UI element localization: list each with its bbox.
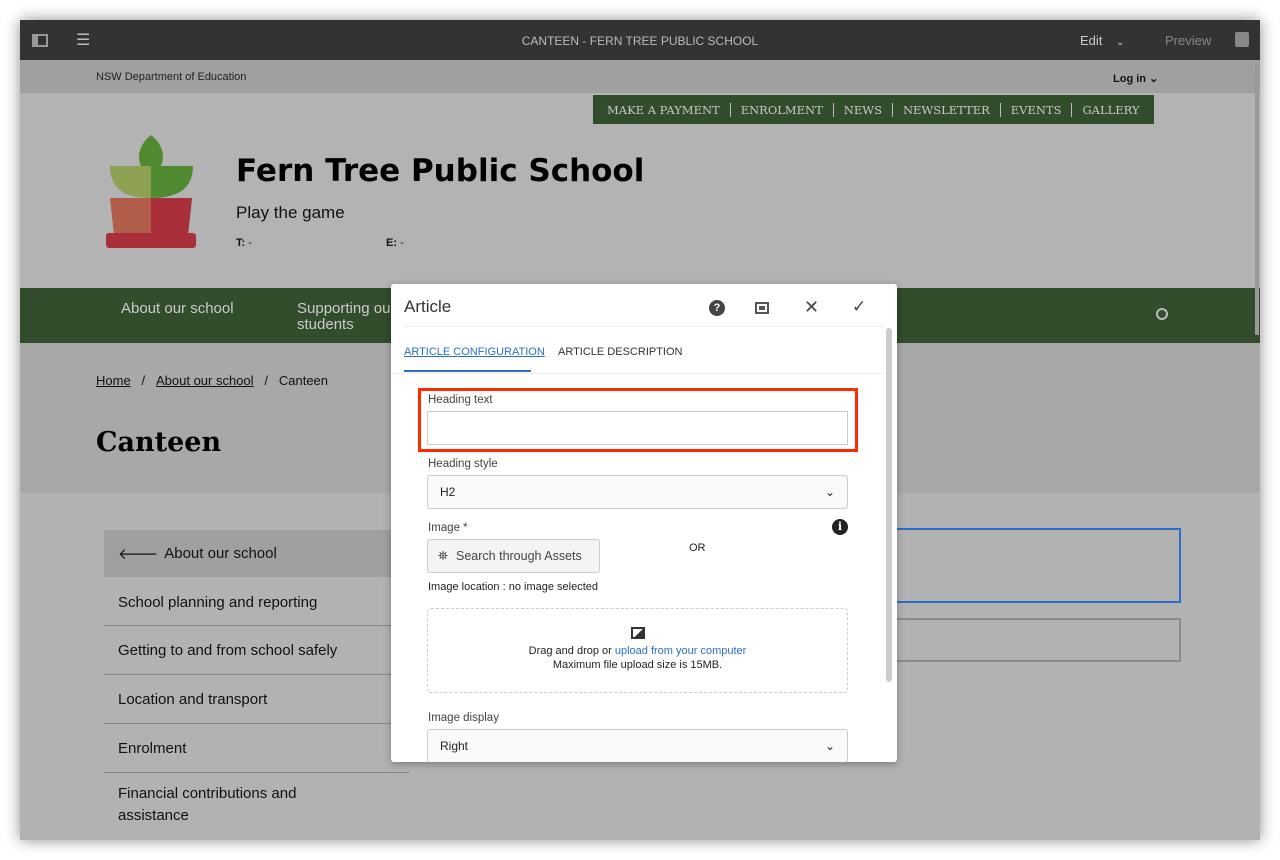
heading-style-value: H2 [440,485,456,499]
mode-dropdown[interactable]: Edit ⌄ [1080,33,1124,48]
department-name: NSW Department of Education [96,71,247,83]
breadcrumb-home[interactable]: Home [96,373,131,388]
info-icon[interactable]: i [832,519,848,535]
drop-text: Drag and drop or [528,645,615,657]
page-title-bar: CANTEEN - FERN TREE PUBLIC SCHOOL [521,34,759,48]
school-logo-plant-icon [106,135,196,248]
quick-link[interactable]: MAKE A PAYMENT [597,102,731,117]
tab-article-description[interactable]: ARTICLE DESCRIPTION [558,346,683,358]
gov-bar: NSW Department of Education Log in ⌄ [20,60,1260,93]
nav-item-about[interactable]: About our school [121,301,234,317]
quick-link[interactable]: ENROLMENT [731,102,834,117]
image-display-label: Image display [428,712,499,724]
active-tab-indicator [404,370,531,372]
side-item[interactable]: Getting to and from school safely [104,626,410,675]
side-item[interactable]: Location and transport [104,675,410,724]
search-assets-button[interactable]: ⛯ Search through Assets [427,539,600,573]
image-location: Image location : no image selected [428,581,598,593]
login-menu[interactable]: Log in ⌄ [1113,72,1158,85]
tab-article-configuration[interactable]: ARTICLE CONFIGURATION [404,346,545,358]
content-component[interactable] [880,618,1181,662]
annotations-icon[interactable] [1235,32,1249,47]
chevron-down-icon: ⌄ [1116,37,1125,48]
dialog-scrollbar[interactable] [886,328,892,682]
upload-dropzone[interactable]: Drag and drop or upload from your comput… [427,608,848,693]
heading-text-input[interactable] [427,411,848,445]
article-dialog: Article ? ✕ ✓ ARTICLE CONFIGURATION ARTI… [391,284,897,762]
dialog-title: Article [404,297,452,316]
heading-style-label: Heading style [428,458,498,470]
chevron-down-icon: ⌄ [1149,73,1159,85]
side-item[interactable]: School planning and reporting [104,580,410,626]
image-display-select[interactable]: Right ⌄ [427,729,848,762]
nav-item-supporting[interactable]: Supporting our students [297,301,397,333]
school-motto: Play the game [236,203,345,222]
breadcrumb-current: Canteen [278,373,329,388]
side-back-link[interactable]: 🡐 About our school [104,530,410,577]
search-icon[interactable] [1156,308,1168,320]
breadcrumb-about[interactable]: About our school [156,373,254,388]
page-scrollbar[interactable] [1255,65,1259,335]
login-label: Log in [1113,73,1146,85]
phone: T: - [236,237,252,249]
side-item[interactable]: Financial contributions and assistance [104,780,324,830]
chevron-down-icon: ⌄ [824,739,835,753]
side-item[interactable]: Enrolment [104,724,410,773]
image-display-value: Right [440,739,469,753]
help-icon[interactable]: ? [709,300,725,316]
page-title: Canteen [96,427,222,458]
divider [404,326,884,327]
quick-link[interactable]: NEWS [834,102,893,117]
image-icon [630,627,645,639]
arrow-left-icon: 🡐 [118,546,159,563]
fullscreen-icon[interactable] [755,302,769,314]
confirm-check-icon[interactable]: ✓ [852,297,866,317]
preview-button[interactable]: Preview [1165,33,1211,48]
quick-link[interactable]: GALLERY [1072,103,1149,117]
upload-link[interactable]: upload from your computer [615,645,746,657]
breadcrumb: Home / About our school / Canteen [96,373,329,388]
max-size-text: Maximum file upload size is 15MB. [552,659,723,671]
quick-links: MAKE A PAYMENT ENROLMENT NEWS NEWSLETTER… [593,95,1154,124]
divider [391,373,885,374]
image-label: Image * [428,522,468,534]
mode-label: Edit [1080,33,1103,48]
heading-style-select[interactable]: H2 ⌄ [427,475,848,509]
side-back-label: About our school [164,545,277,562]
or-separator: OR [689,542,706,554]
close-icon[interactable]: ✕ [804,297,819,318]
quick-link[interactable]: NEWSLETTER [893,102,1001,117]
chevron-down-icon: ⌄ [824,485,835,499]
content-component-selected[interactable] [880,528,1181,603]
heading-text-label: Heading text [428,394,493,406]
quick-link[interactable]: EVENTS [1001,102,1073,117]
editor-window: ☰ CANTEEN - FERN TREE PUBLIC SCHOOL Edit… [20,20,1260,840]
school-name: Fern Tree Public School [236,153,645,189]
search-assets-label: Search through Assets [456,549,582,563]
editor-toolbar: ☰ CANTEEN - FERN TREE PUBLIC SCHOOL Edit… [20,20,1260,60]
email: E: - [386,237,404,249]
binoculars-icon: ⛯ [438,548,449,563]
